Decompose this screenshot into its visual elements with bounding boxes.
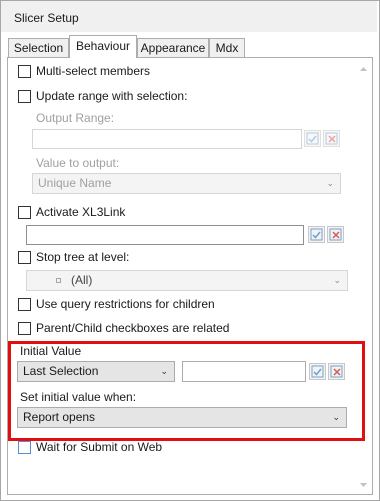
stop-tree-checkbox[interactable] — [18, 251, 31, 264]
tab-selection[interactable]: Selection — [8, 38, 69, 58]
multi-select-label: Multi-select members — [36, 64, 151, 78]
chevron-down-icon: ⌄ — [326, 178, 334, 188]
window-title: Slicer Setup — [14, 11, 79, 25]
tree-node-icon — [56, 278, 61, 283]
stop-tree-selected: (All) — [71, 273, 93, 287]
output-range-label: Output Range: — [36, 111, 115, 125]
xl3link-label: Activate XL3Link — [36, 205, 126, 219]
update-range-checkbox[interactable] — [18, 90, 31, 103]
query-restrictions-label: Use query restrictions for children — [36, 297, 215, 311]
clear-cell-icon — [325, 132, 338, 145]
xl3link-apply-button[interactable] — [308, 226, 325, 243]
wait-submit-checkbox[interactable] — [18, 441, 31, 454]
stop-tree-dropdown[interactable]: (All) ⌄ — [26, 270, 348, 291]
output-range-clear-button[interactable] — [323, 130, 340, 147]
title-bar: Slicer Setup — [1, 1, 377, 32]
wait-submit-label: Wait for Submit on Web — [36, 440, 163, 454]
update-range-label: Update range with selection: — [36, 89, 188, 103]
tab-mdx[interactable]: Mdx — [209, 38, 245, 58]
query-restrictions-checkbox[interactable] — [18, 298, 31, 311]
value-to-output-dropdown[interactable]: Unique Name ⌄ — [32, 173, 341, 194]
value-to-output-selected: Unique Name — [38, 176, 112, 190]
parent-child-label: Parent/Child checkboxes are related — [36, 321, 230, 335]
tab-appearance[interactable]: Appearance — [137, 38, 209, 58]
scroll-down-icon — [360, 483, 367, 487]
initial-value-highlight — [8, 341, 365, 441]
chevron-down-icon: ⌄ — [333, 275, 341, 285]
xl3link-checkbox[interactable] — [18, 206, 31, 219]
output-range-input[interactable] — [32, 129, 302, 149]
xl3link-clear-button[interactable] — [327, 226, 344, 243]
check-icon — [310, 228, 323, 241]
multi-select-checkbox[interactable] — [18, 65, 31, 78]
xl3link-input[interactable] — [26, 225, 304, 245]
output-range-apply-button[interactable] — [304, 130, 321, 147]
scroll-up-icon — [360, 67, 367, 71]
tab-behaviour[interactable]: Behaviour — [69, 35, 137, 58]
parent-child-checkbox[interactable] — [18, 322, 31, 335]
check-icon — [306, 132, 319, 145]
clear-cell-icon — [329, 228, 342, 241]
value-to-output-label: Value to output: — [36, 156, 120, 170]
stop-tree-label: Stop tree at level: — [36, 250, 130, 264]
